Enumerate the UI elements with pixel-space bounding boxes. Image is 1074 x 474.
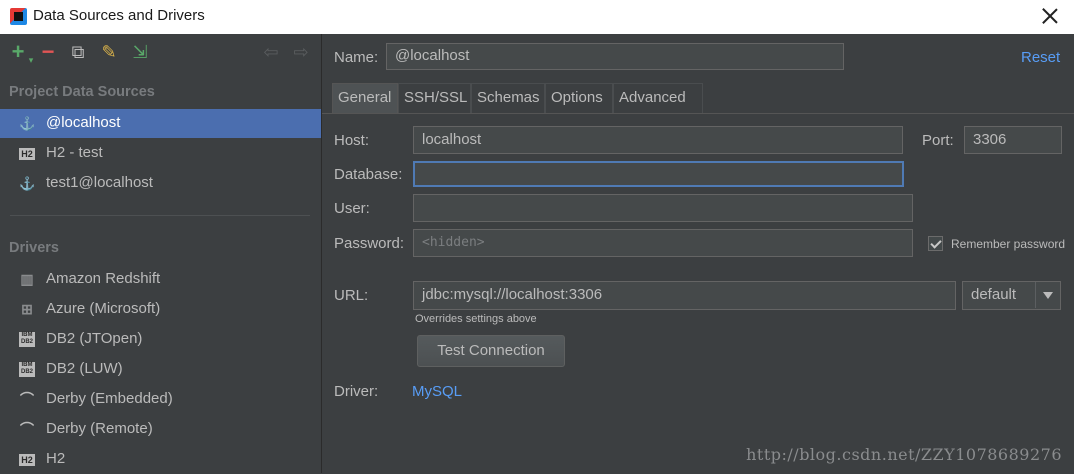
tab-schemas[interactable]: Schemas: [471, 83, 545, 113]
close-icon[interactable]: [1038, 4, 1062, 28]
details-panel: Name: @localhost Reset General SSH/SSL S…: [322, 34, 1074, 473]
driver-amazon-redshift[interactable]: ▥ Amazon Redshift: [0, 265, 321, 294]
url-label: URL:: [334, 287, 369, 304]
driver-label: Derby (Embedded): [46, 390, 173, 407]
h2-icon: H2: [19, 454, 35, 466]
user-field[interactable]: [413, 194, 913, 222]
sidebar: + ▾ − ⧉ ✎ ⇲ ⇦ ⇨ Project Data Sources ⚓ @…: [0, 34, 321, 473]
import-icon[interactable]: ⇲: [131, 43, 149, 61]
user-label: User:: [334, 200, 370, 217]
back-icon[interactable]: ⇦: [262, 43, 280, 61]
driver-h2[interactable]: H2 H2: [0, 445, 321, 474]
database-field[interactable]: [413, 161, 904, 187]
driver-label: H2: [46, 450, 66, 467]
driver-db2-jtopen[interactable]: IBM DB2 DB2 (JTOpen): [0, 325, 321, 354]
driver-label: Azure (Microsoft): [46, 300, 161, 317]
host-field[interactable]: localhost: [413, 126, 903, 154]
data-source-test1-localhost[interactable]: ⚓ test1@localhost: [0, 169, 321, 198]
remember-password-label[interactable]: Remember password: [951, 237, 1065, 251]
data-source-h2-test[interactable]: H2 H2 - test: [0, 139, 321, 168]
redshift-icon: ▥: [20, 271, 34, 287]
url-field[interactable]: jdbc:mysql://localhost:3306: [413, 281, 956, 310]
copy-icon[interactable]: ⧉: [69, 43, 87, 61]
driver-label: Derby (Remote): [46, 420, 153, 437]
data-source-label: H2 - test: [46, 144, 103, 161]
driver-derby-remote[interactable]: ⌒ Derby (Remote): [0, 415, 321, 444]
remember-password-checkbox[interactable]: [928, 236, 943, 251]
dolphin-icon: ⚓: [19, 176, 36, 191]
driver-link[interactable]: MySQL: [412, 383, 462, 400]
data-source-label: test1@localhost: [46, 174, 153, 191]
name-field[interactable]: @localhost: [386, 43, 844, 70]
derby-hat-icon: ⌒: [20, 391, 34, 407]
tab-general[interactable]: General: [332, 83, 398, 113]
windows-icon: ⊞: [21, 301, 33, 317]
tab-advanced[interactable]: Advanced: [613, 83, 703, 113]
sidebar-divider: [10, 215, 310, 216]
data-source-label: @localhost: [46, 114, 121, 131]
title-bar: Data Sources and Drivers: [0, 0, 1074, 34]
derby-hat-icon: ⌒: [20, 421, 34, 437]
driver-derby-embedded[interactable]: ⌒ Derby (Embedded): [0, 385, 321, 414]
name-label: Name:: [334, 49, 379, 66]
driver-db2-luw[interactable]: IBM DB2 DB2 (LUW): [0, 355, 321, 384]
url-mode-value: default: [971, 286, 1017, 303]
host-label: Host:: [334, 132, 370, 149]
tab-options[interactable]: Options: [545, 83, 613, 113]
h2-icon: H2: [19, 148, 35, 160]
test-connection-button[interactable]: Test Connection: [417, 335, 565, 367]
driver-azure[interactable]: ⊞ Azure (Microsoft): [0, 295, 321, 324]
tab-ssh-ssl[interactable]: SSH/SSL: [398, 83, 471, 113]
url-mode-select[interactable]: default: [962, 281, 1061, 310]
data-source-localhost[interactable]: ⚓ @localhost: [0, 109, 321, 138]
driver-label: Driver:: [334, 383, 379, 400]
driver-label: DB2 (JTOpen): [46, 330, 143, 347]
settings-icon[interactable]: ✎: [100, 43, 118, 61]
chevron-down-icon[interactable]: [1035, 282, 1060, 308]
ibm-db2-icon: IBM DB2: [19, 332, 35, 347]
project-data-sources-heading: Project Data Sources: [9, 84, 155, 100]
driver-label: DB2 (LUW): [46, 360, 123, 377]
dolphin-icon: ⚓: [19, 116, 36, 131]
window-title: Data Sources and Drivers: [33, 7, 205, 24]
reset-link[interactable]: Reset: [1021, 49, 1060, 66]
port-label: Port:: [922, 132, 954, 149]
tab-panel-border: [322, 113, 1074, 114]
ibm-db2-icon: IBM DB2: [19, 362, 35, 377]
url-hint: Overrides settings above: [415, 313, 537, 325]
app-icon: [10, 8, 27, 25]
watermark: http://blog.csdn.net/ZZY1078689276: [746, 445, 1062, 464]
password-label: Password:: [334, 235, 405, 252]
remove-icon[interactable]: −: [39, 41, 57, 63]
sidebar-toolbar: + ▾ − ⧉ ✎ ⇲ ⇦ ⇨: [0, 34, 321, 72]
password-field[interactable]: <hidden>: [413, 229, 913, 257]
drivers-heading: Drivers: [9, 240, 59, 256]
driver-label: Amazon Redshift: [46, 270, 161, 287]
port-field[interactable]: 3306: [964, 126, 1062, 154]
add-dropdown-icon[interactable]: ▾: [22, 51, 40, 69]
database-label: Database:: [334, 166, 403, 183]
forward-icon[interactable]: ⇨: [292, 43, 310, 61]
